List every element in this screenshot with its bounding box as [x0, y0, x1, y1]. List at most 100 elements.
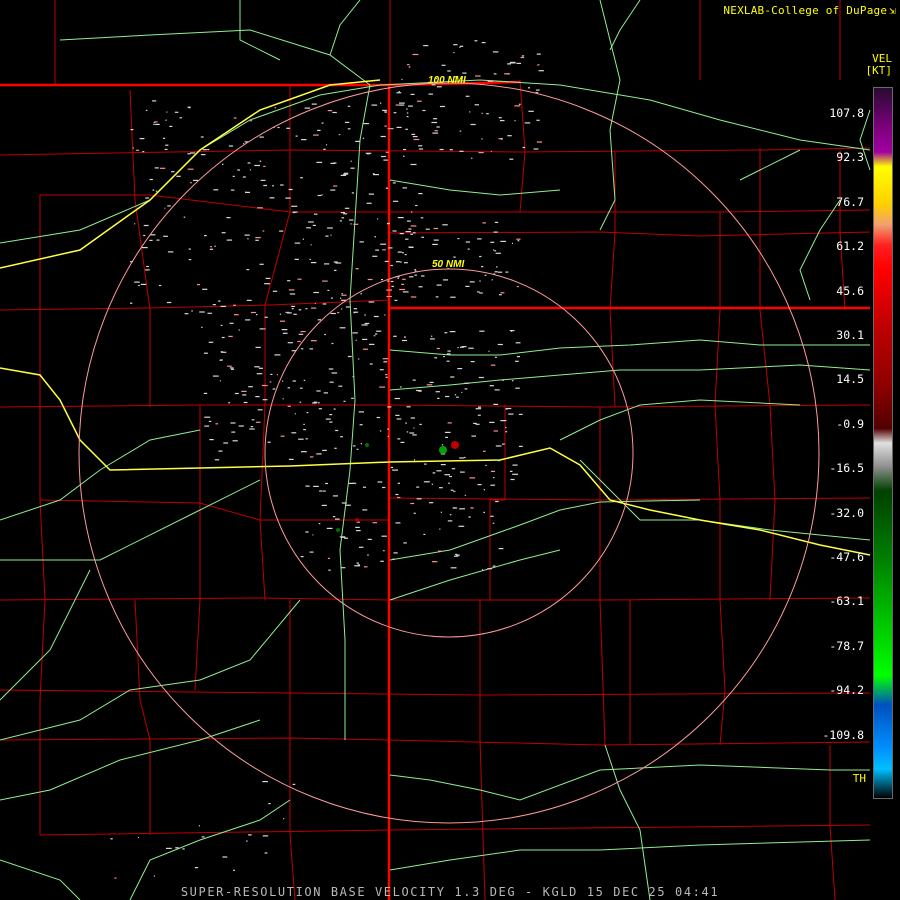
echo-speck — [379, 386, 386, 388]
echo-speck — [310, 340, 317, 342]
echo-speck — [305, 531, 309, 533]
echo-speck — [329, 381, 334, 383]
echo-speck — [301, 139, 307, 141]
echo-speck — [405, 231, 411, 233]
echo-speck — [295, 135, 298, 137]
echo-speck — [330, 312, 336, 315]
echo-speck — [282, 398, 284, 400]
echo-speck — [377, 218, 379, 220]
echo-speck — [341, 308, 343, 310]
echo-speck — [311, 307, 317, 309]
echo-speck — [410, 225, 417, 227]
echo-speck — [310, 244, 312, 246]
echo-speck — [345, 504, 351, 506]
echo-speck — [459, 46, 461, 48]
echo-speck — [498, 548, 504, 550]
echo-speck — [317, 129, 321, 131]
echo-speck — [499, 120, 505, 122]
echo-speck — [221, 232, 226, 234]
echo-speck — [280, 320, 285, 322]
echo-speck — [431, 561, 438, 563]
echo-speck — [247, 238, 249, 240]
echo-speck — [490, 470, 495, 472]
echo-speck — [437, 397, 440, 399]
echo-speck — [500, 240, 506, 242]
echo-speck — [155, 123, 160, 125]
echo-speck — [380, 135, 386, 138]
echo-speck — [312, 534, 314, 536]
echo-speck — [348, 482, 354, 484]
echo-speck — [382, 358, 389, 360]
echo-speck — [452, 507, 458, 509]
echo-speck — [435, 296, 439, 298]
echo-speck — [324, 263, 330, 265]
echo-speck — [350, 160, 352, 162]
echo-speck — [478, 376, 484, 379]
echo-speck — [385, 187, 388, 189]
legend-tick: -32.0 — [829, 505, 864, 520]
echo-speck — [353, 308, 358, 310]
echo-speck — [347, 105, 351, 107]
echo-speck — [251, 311, 257, 314]
echo-speck — [384, 314, 386, 316]
echo-speck — [369, 343, 375, 345]
echo-speck — [261, 384, 268, 387]
echo-speck — [340, 174, 346, 176]
echo-speck — [414, 274, 417, 276]
echo-speck — [360, 293, 363, 295]
echo-speck — [379, 369, 384, 371]
echo-speck — [444, 474, 450, 476]
legend-tick: 76.7 — [836, 194, 864, 209]
echo-speck — [269, 197, 275, 199]
echo-speck — [154, 167, 159, 169]
echo-speck — [303, 379, 306, 381]
echo-speck — [256, 314, 258, 316]
county-borders — [0, 0, 871, 900]
echo-speck — [329, 421, 333, 423]
echo-speck — [292, 211, 298, 213]
echo-speck — [416, 486, 420, 488]
echo-speck — [248, 386, 253, 388]
echo-speck — [130, 129, 134, 131]
echo-speck — [438, 550, 442, 552]
echo-speck — [461, 391, 463, 393]
echo-speck — [158, 284, 162, 287]
echo-speck — [215, 423, 218, 425]
echo-speck — [414, 269, 416, 271]
echo-speck — [333, 408, 336, 410]
echo-speck — [469, 111, 471, 113]
echo-speck — [536, 89, 540, 91]
echo-speck — [363, 123, 369, 125]
echo-speck — [303, 429, 306, 431]
echo-speck — [263, 165, 266, 167]
echo-speck — [516, 286, 519, 288]
echo-speck — [490, 484, 495, 486]
echo-speck — [426, 384, 433, 386]
echo-speck — [447, 350, 451, 352]
echo-speck — [447, 422, 452, 424]
echo-speck — [338, 385, 343, 387]
echo-speck — [449, 331, 456, 333]
echo-speck — [493, 73, 497, 75]
echo-speck — [471, 435, 476, 437]
echo-speck — [464, 388, 468, 390]
echo-speck — [362, 486, 366, 488]
echo-speck — [483, 450, 486, 452]
echo-speck — [314, 302, 316, 305]
echo-speck — [395, 493, 399, 496]
echo-speck — [355, 526, 360, 528]
echo-speck — [286, 312, 292, 314]
echo-speck — [470, 123, 476, 126]
echo-speck — [418, 193, 423, 195]
legend-tick: 107.8 — [829, 106, 864, 120]
echo-speck — [229, 367, 234, 369]
echo-speck — [493, 403, 499, 405]
echo-speck — [361, 324, 368, 326]
echo-speck — [423, 481, 430, 483]
echo-speck — [360, 443, 363, 445]
echo-speck — [220, 305, 226, 307]
echo-speck — [536, 119, 540, 121]
echo-speck — [377, 481, 383, 483]
echo-speck — [319, 490, 323, 492]
echo-speck — [469, 477, 476, 479]
